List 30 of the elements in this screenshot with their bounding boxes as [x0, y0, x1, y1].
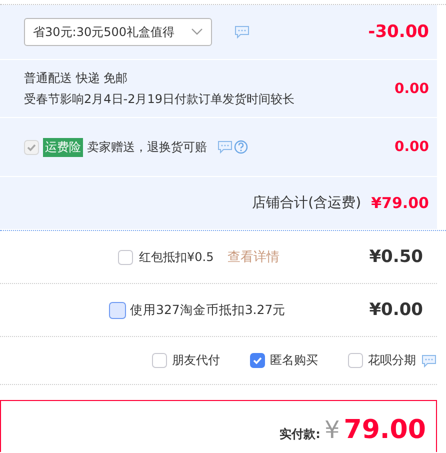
coins-amount: ¥0.00	[369, 300, 423, 320]
discount-amount: -30.00	[368, 22, 429, 42]
coins-label: 使用327淘金币抵扣3.27元	[130, 302, 286, 318]
checkbox[interactable]	[109, 302, 126, 318]
currency-symbol: ¥	[324, 418, 340, 442]
shipping-info: 受春节影响2月4日-2月19日付款订单发货时间较长	[24, 90, 295, 108]
checkbox[interactable]	[118, 250, 133, 264]
insurance-tag: 运费险	[43, 138, 83, 156]
shipping-info: 普通配送 快递 免邮	[24, 70, 129, 86]
option-label: 朋友代付	[172, 352, 220, 369]
coupon-label: 红包抵扣¥0.5	[139, 248, 214, 266]
option-label: 匿名购买	[270, 352, 318, 369]
help-icon[interactable]	[234, 140, 248, 154]
payment-amount: 79.00	[344, 417, 426, 443]
checkbox[interactable]	[348, 353, 363, 368]
insurance-text: 卖家赠送，退换货可赔	[87, 138, 207, 156]
comment-icon[interactable]	[234, 25, 250, 39]
discount-select[interactable]: 省30元:30元500礼盒值得	[24, 18, 212, 46]
store-total-label: 店铺合计(含运费)	[252, 194, 362, 212]
option-label: 花呗分期	[368, 352, 416, 369]
shipping-amount: 0.00	[394, 80, 429, 96]
chevron-down-icon	[191, 28, 203, 36]
coupon-amount: ¥0.50	[369, 247, 423, 267]
payment-label: 实付款:	[280, 428, 320, 440]
comment-icon[interactable]	[217, 140, 233, 154]
checkbox[interactable]	[152, 353, 167, 368]
insurance-amount: 0.00	[394, 139, 429, 155]
store-total-amount: ¥79.00	[371, 194, 429, 212]
comment-icon[interactable]	[421, 354, 437, 368]
checkbox[interactable]	[250, 353, 265, 368]
